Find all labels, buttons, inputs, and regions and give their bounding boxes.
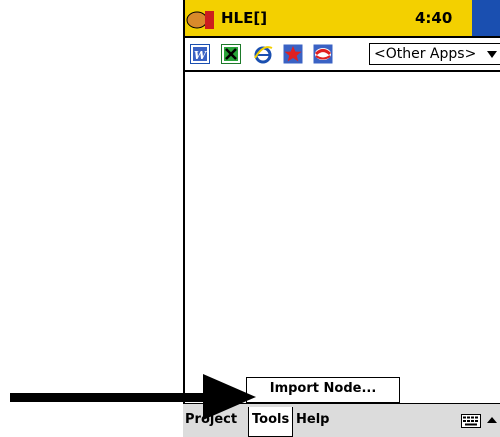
sync-icon[interactable] bbox=[313, 44, 333, 64]
menu-item-import-node[interactable]: Import Node... bbox=[247, 381, 399, 396]
start-menu-icon[interactable] bbox=[185, 8, 215, 32]
clock[interactable]: 4:40 bbox=[415, 9, 452, 27]
input-panel-arrow-icon[interactable] bbox=[487, 417, 497, 423]
excel-icon[interactable] bbox=[221, 44, 241, 64]
app-title: HLE[] bbox=[221, 9, 268, 27]
menu-help[interactable]: Help bbox=[296, 412, 329, 427]
keyboard-icon[interactable] bbox=[461, 414, 481, 428]
title-bar: HLE[] 4:40 bbox=[185, 0, 500, 38]
svg-text:W: W bbox=[194, 49, 208, 62]
internet-explorer-icon[interactable] bbox=[253, 44, 273, 64]
dropdown-arrow-icon[interactable] bbox=[487, 51, 497, 58]
main-content-area[interactable] bbox=[185, 72, 500, 402]
annotation-arrow-icon bbox=[10, 374, 256, 420]
other-apps-value: <Other Apps> bbox=[374, 46, 477, 62]
word-icon[interactable]: W bbox=[190, 44, 210, 64]
tools-popup-menu: Import Node... bbox=[246, 377, 400, 403]
quick-launch-toolbar: W <Other Apps> bbox=[185, 38, 500, 72]
other-apps-select[interactable]: <Other Apps> bbox=[369, 43, 500, 65]
title-bar-edge bbox=[472, 0, 500, 36]
favorites-star-icon[interactable] bbox=[283, 44, 303, 64]
